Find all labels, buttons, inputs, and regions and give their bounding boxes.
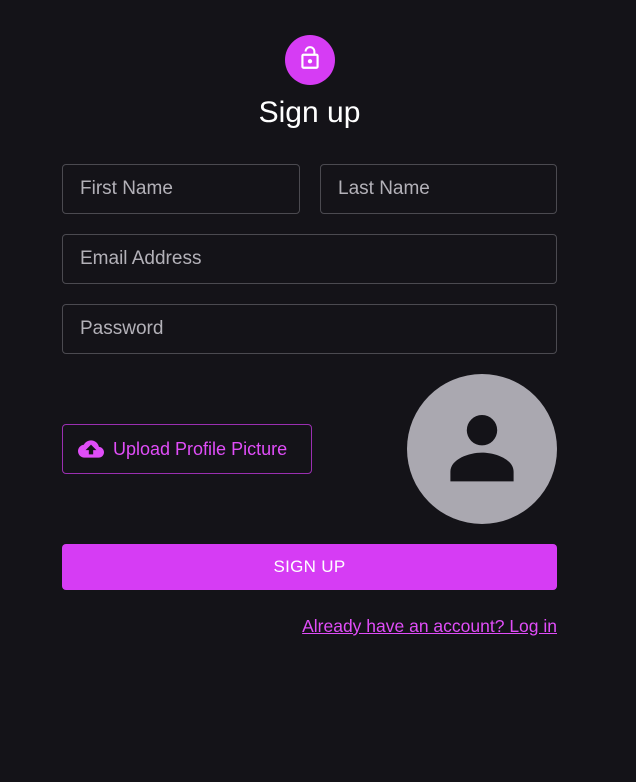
first-name-field[interactable] [62, 164, 300, 214]
last-name-field[interactable] [320, 164, 557, 214]
sign-up-button[interactable]: SIGN UP [62, 544, 557, 590]
page-title: Sign up [258, 96, 361, 129]
upload-button-label: Upload Profile Picture [113, 438, 288, 459]
lock-open-icon [297, 45, 323, 76]
cloud-upload-icon [77, 435, 105, 463]
login-link[interactable]: Already have an account? Log in [302, 616, 557, 637]
lock-avatar-badge [285, 35, 335, 85]
profile-picture-avatar [407, 374, 557, 524]
person-icon [434, 399, 530, 500]
email-field[interactable] [62, 234, 557, 284]
password-field[interactable] [62, 304, 557, 354]
upload-profile-picture-button[interactable]: Upload Profile Picture [62, 424, 312, 474]
